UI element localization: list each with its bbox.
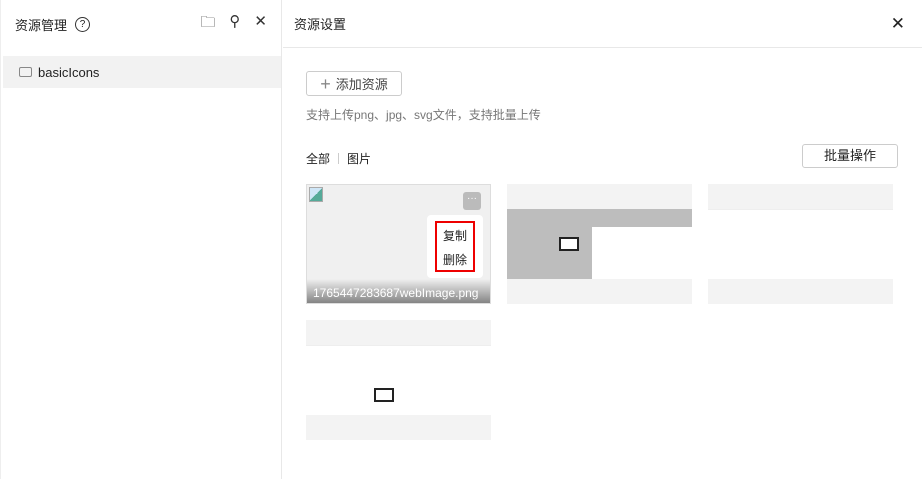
tab-images[interactable]: 图片: [347, 150, 371, 167]
new-folder-icon[interactable]: 🗀: [200, 12, 215, 37]
add-resource-button[interactable]: + 添加资源: [306, 71, 402, 96]
thumbnail: [306, 345, 491, 415]
upload-hint: 支持上传png、jpg、svg文件，支持批量上传: [306, 108, 541, 122]
add-resource-label: 添加资源: [335, 77, 388, 92]
resource-card[interactable]: [708, 184, 893, 304]
thumbnail: [507, 209, 692, 279]
plus-icon: +: [320, 73, 331, 94]
question-circle-icon[interactable]: ?: [75, 16, 91, 32]
broken-image-icon: [309, 187, 323, 202]
more-button[interactable]: ···: [463, 192, 481, 210]
tab-all[interactable]: 全部: [306, 150, 330, 167]
folder-icon: [19, 67, 32, 77]
menu-item-copy[interactable]: 复制: [437, 225, 473, 247]
close-icon[interactable]: ✕: [891, 14, 905, 34]
divider: [338, 153, 340, 164]
tree-item-label: basicIcons: [38, 64, 100, 80]
batch-operation-button[interactable]: 批量操作: [802, 144, 898, 168]
menu-item-delete[interactable]: 删除: [437, 249, 473, 271]
resource-card[interactable]: [507, 184, 692, 304]
image-text-icon: [374, 388, 394, 402]
resource-panel: 资源管理 ? 🗀 ⚲ ✕ basicIcons: [0, 0, 282, 479]
tree-item-basicicons[interactable]: basicIcons: [3, 56, 281, 88]
image-text-icon: [559, 237, 579, 251]
resource-card[interactable]: [306, 320, 491, 440]
resource-settings-panel: 资源设置 ✕ + 添加资源 支持上传png、jpg、svg文件，支持批量上传 全部…: [283, 0, 922, 479]
close-icon[interactable]: ✕: [254, 12, 267, 37]
pin-icon[interactable]: ⚲: [229, 12, 240, 37]
panel-title: 资源设置: [294, 17, 347, 32]
file-name: 1765447283687webImage.png: [307, 279, 490, 303]
panel-header: 资源管理 ? 🗀 ⚲ ✕: [1, 0, 281, 48]
thumbnail: [708, 209, 893, 279]
panel-title: 资源管理: [15, 17, 68, 33]
resource-card[interactable]: 1765447283687webImage.png ··· 复制 删除: [306, 184, 491, 304]
context-menu: 复制 删除: [427, 215, 483, 278]
